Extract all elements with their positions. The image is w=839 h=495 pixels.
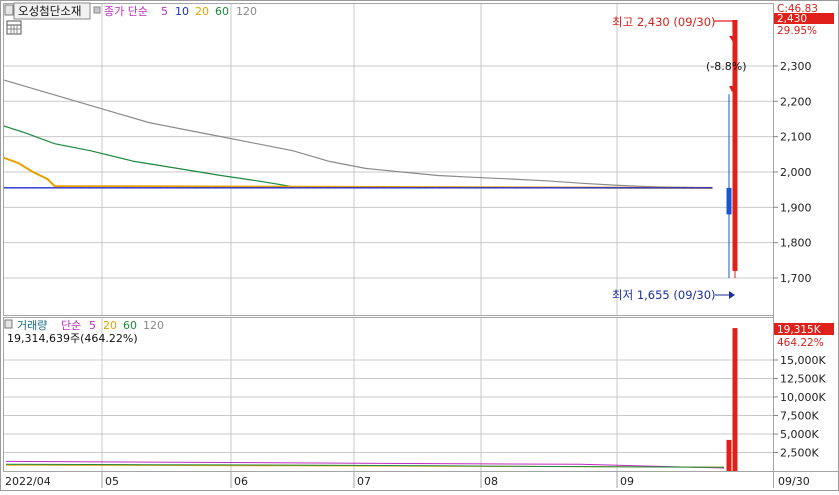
- volume-readout: 19,314,639주(464.22%): [7, 332, 138, 345]
- volume-y-tick-label: 15,000K: [780, 354, 826, 367]
- volume-pct-tag: 464.22%: [777, 337, 824, 349]
- high-annotation: 최고 2,430 (09/30): [612, 15, 716, 29]
- y-tick-label: 2,100: [780, 131, 812, 144]
- x-tick-label: 09/30: [778, 475, 810, 488]
- volume-y-tick-label: 2,500K: [780, 447, 819, 460]
- volume-legend-label: 거래량: [17, 319, 47, 332]
- ma5-legend[interactable]: 5: [161, 5, 168, 18]
- volume-y-tick-label: 10,000K: [780, 391, 826, 404]
- ma10-legend[interactable]: 10: [175, 5, 189, 18]
- y-tick-label: 2,200: [780, 95, 812, 108]
- low-annotation: 최저 1,655 (09/30): [612, 288, 716, 302]
- volume-bar: [726, 439, 732, 471]
- price-panel-frame: [3, 3, 774, 316]
- candle-body: [732, 20, 738, 271]
- stock-chart[interactable]: 2022/04 05 06 07 08 09 09/30 2,300 2,200 2,100 2,0…: [0, 0, 839, 491]
- x-tick-label: 08: [484, 475, 498, 488]
- y-tick-label: 2,000: [780, 166, 812, 179]
- last-volume-tag-text: 19,315K: [777, 324, 822, 336]
- panel-toggle-icon[interactable]: [4, 4, 14, 16]
- ma60-legend[interactable]: 60: [215, 5, 229, 18]
- y-tick-label: 1,700: [780, 272, 812, 285]
- x-tick-label: 2022/04: [5, 475, 51, 488]
- volume-y-tick-label: 5,000K: [780, 428, 819, 441]
- volume-y-tick-label: 12,500K: [780, 373, 826, 386]
- vol-ma60-legend[interactable]: 60: [123, 319, 137, 332]
- x-tick-label: 09: [620, 475, 634, 488]
- y-tick-label: 1,800: [780, 237, 812, 250]
- calendar-icon[interactable]: [6, 20, 22, 35]
- ma20-legend[interactable]: 20: [195, 5, 209, 18]
- volume-legend-ma: 단순: [61, 319, 81, 332]
- x-tick-label: 06: [234, 475, 248, 488]
- x-tick-label: 05: [105, 475, 119, 488]
- price-legend-label: 종가 단순: [104, 5, 148, 18]
- vol-ma20-legend[interactable]: 20: [103, 319, 117, 332]
- volume-y-tick-label: 7,500K: [780, 410, 819, 423]
- symbol-label: 오성첨단소재: [18, 4, 81, 18]
- chart-canvas[interactable]: 2022/04 05 06 07 08 09 09/30 2,300 2,200 2,100 2,0…: [0, 0, 839, 491]
- volume-bar: [732, 328, 738, 471]
- candle-body: [726, 187, 732, 215]
- last-price-tag-text: 2,430: [777, 13, 807, 25]
- ma120-legend[interactable]: 120: [236, 5, 257, 18]
- volume-toggle-icon[interactable]: [4, 319, 13, 329]
- vol-ma120-legend[interactable]: 120: [143, 319, 164, 332]
- change-pct-tag: 29.95%: [777, 25, 817, 37]
- y-tick-label: 2,300: [780, 60, 812, 73]
- vol-ma5-legend[interactable]: 5: [89, 319, 96, 332]
- change-annotation: (-8.8%): [706, 60, 747, 73]
- y-tick-label: 1,900: [780, 201, 812, 214]
- legend-marker-icon: [93, 6, 101, 14]
- x-tick-label: 07: [357, 475, 371, 488]
